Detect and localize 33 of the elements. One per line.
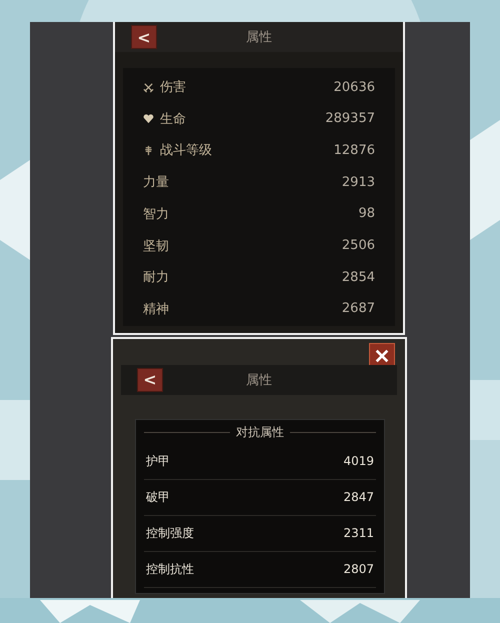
stat-label: 伤害 bbox=[160, 79, 186, 96]
heart-icon bbox=[143, 113, 154, 124]
close-icon bbox=[374, 348, 390, 364]
stat-label: 破甲 bbox=[146, 488, 170, 506]
stat-label: 战斗等级 bbox=[160, 142, 212, 160]
stat-value: 2854 bbox=[342, 270, 375, 285]
stat-value: 2506 bbox=[342, 238, 375, 254]
back-button[interactable]: < bbox=[131, 25, 157, 49]
emblem-icon bbox=[143, 144, 154, 156]
stat-label: 控制强度 bbox=[146, 524, 194, 542]
stat-label: 精神 bbox=[143, 300, 169, 318]
panel-title: 属性 bbox=[245, 372, 273, 389]
stat-value: 2847 bbox=[343, 490, 374, 504]
stat-value: 20636 bbox=[334, 80, 375, 94]
crossed-swords-icon bbox=[143, 82, 154, 92]
stat-label: 护甲 bbox=[146, 452, 170, 470]
back-button[interactable]: < bbox=[137, 368, 163, 392]
stat-value: 2311 bbox=[343, 526, 374, 540]
stat-value: 98 bbox=[358, 206, 375, 222]
stat-value: 2687 bbox=[342, 301, 375, 316]
stat-label: 坚韧 bbox=[143, 238, 169, 255]
stat-label: 耐力 bbox=[143, 269, 169, 286]
stat-value: 4019 bbox=[343, 454, 374, 468]
stat-label: 生命 bbox=[160, 110, 186, 128]
section-title: 对抗属性 bbox=[236, 424, 284, 442]
stat-label: 控制抗性 bbox=[146, 560, 194, 578]
stat-value: 12876 bbox=[334, 142, 375, 158]
stat-value: 2807 bbox=[343, 562, 374, 576]
stat-value: 2913 bbox=[342, 174, 375, 190]
panel-title: 属性 bbox=[245, 29, 273, 46]
stat-label: 智力 bbox=[143, 206, 169, 223]
stat-label: 力量 bbox=[143, 174, 169, 192]
stat-value: 289357 bbox=[325, 111, 375, 126]
